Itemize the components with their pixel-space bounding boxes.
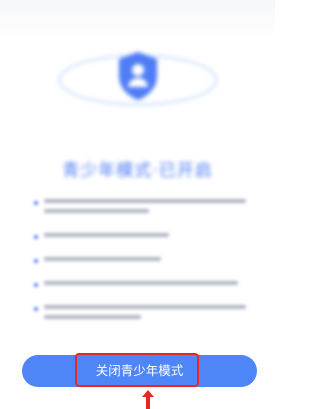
teen-mode-rules-list — [34, 196, 246, 336]
blurred-text-line — [44, 305, 246, 309]
rule-item — [34, 302, 246, 325]
rule-item — [34, 254, 246, 267]
teen-mode-title: 青少年模式·已开启 — [62, 161, 213, 181]
blurred-text-line — [44, 315, 141, 319]
blurred-text-line — [44, 209, 150, 213]
close-teen-mode-button[interactable]: 关闭青少年模式 — [22, 355, 257, 387]
bullet-dot — [34, 307, 38, 311]
bullet-dot — [34, 283, 38, 287]
bullet-dot — [34, 235, 38, 239]
arrow-up-icon — [142, 390, 154, 409]
bullet-dot — [34, 201, 38, 205]
teen-mode-emblem — [58, 36, 218, 126]
rule-item — [34, 230, 246, 243]
blurred-text-line — [44, 233, 170, 237]
teen-mode-screen: 青少年模式·已开启 关闭青少年模式 — [0, 0, 275, 409]
blurred-text-line — [44, 257, 162, 261]
blurred-text-line — [44, 281, 238, 285]
close-teen-mode-label: 关闭青少年模式 — [95, 362, 184, 378]
shield-user-icon — [119, 52, 157, 100]
blurred-text-line — [44, 199, 246, 203]
bullet-dot — [34, 259, 38, 263]
rule-item — [34, 278, 246, 291]
rule-item — [34, 196, 246, 219]
